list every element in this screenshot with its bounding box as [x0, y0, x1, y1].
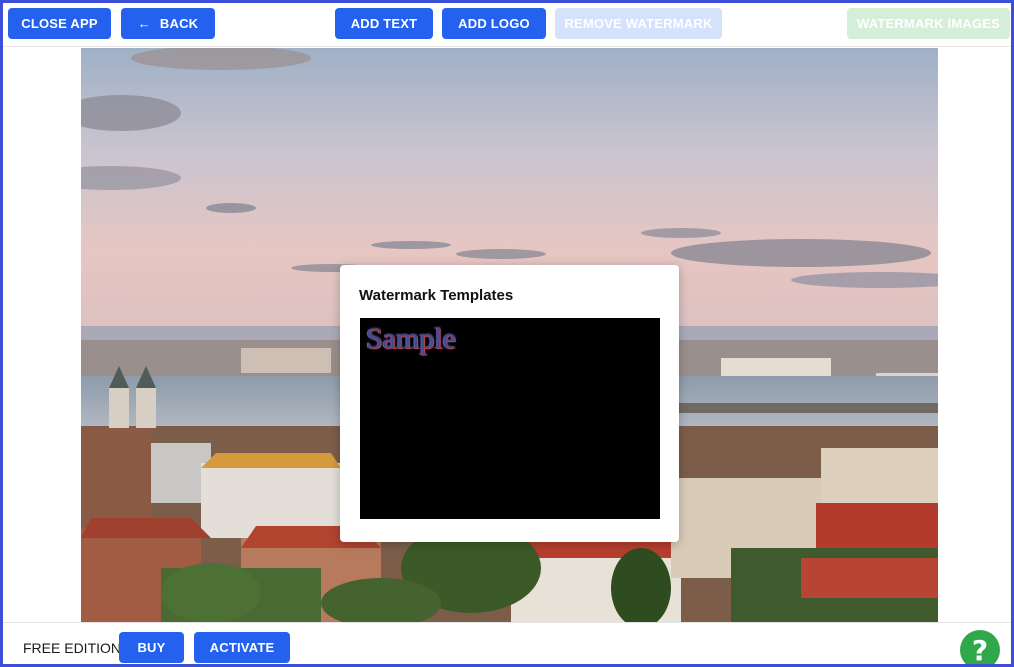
back-button-label: BACK	[159, 16, 199, 31]
close-app-button[interactable]: CLOSE APP	[8, 8, 111, 39]
add-logo-button[interactable]: ADD LOGO	[442, 8, 546, 39]
add-text-button[interactable]: ADD TEXT	[335, 8, 433, 39]
watermark-images-button[interactable]: WATERMARK IMAGES	[847, 8, 1010, 39]
top-toolbar: CLOSE APP ← BACK ADD TEXT ADD LOGO REMOVE…	[3, 3, 1011, 46]
back-arrow-icon: ←	[137, 16, 151, 31]
activate-button[interactable]: ACTIVATE	[194, 632, 290, 663]
template-card[interactable]: Sample	[360, 318, 660, 519]
edition-label: FREE EDITION	[23, 640, 122, 656]
app-window: CLOSE APP ← BACK ADD TEXT ADD LOGO REMOVE…	[0, 0, 1014, 667]
question-icon[interactable]: ?	[960, 630, 1000, 664]
toolbar-divider	[3, 46, 1011, 47]
watermark-templates-dialog: Watermark Templates Sample	[340, 265, 679, 542]
template-sample-text: Sample	[366, 322, 456, 355]
remove-watermark-button[interactable]: REMOVE WATERMARK	[555, 8, 722, 39]
dialog-title: Watermark Templates	[359, 287, 514, 304]
back-button[interactable]: ← BACK	[121, 8, 215, 39]
buy-button[interactable]: BUY	[119, 632, 184, 663]
bottom-bar: FREE EDITION BUY ACTIVATE ?	[3, 622, 1011, 664]
